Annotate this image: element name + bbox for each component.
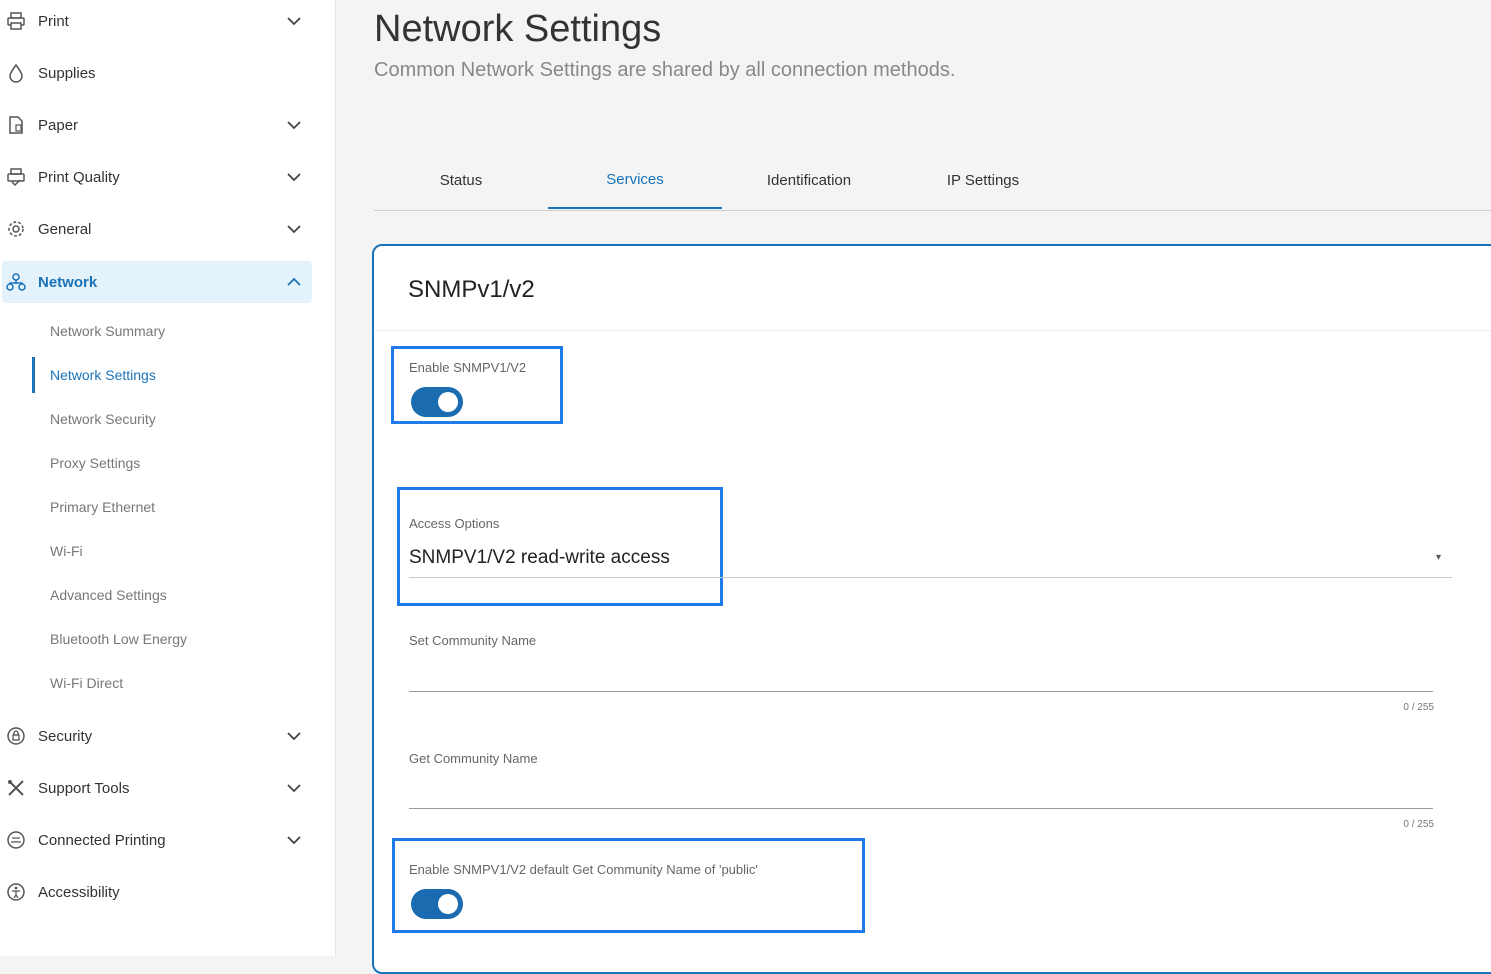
toggle-knob bbox=[438, 392, 458, 412]
page-subtitle: Common Network Settings are shared by al… bbox=[374, 59, 956, 81]
print-quality-icon bbox=[4, 165, 28, 189]
sidebar-item-label: Accessibility bbox=[38, 883, 120, 901]
sidebar-item-label: Support Tools bbox=[38, 779, 130, 797]
sidebar-subitem-wifi-direct[interactable]: Wi-Fi Direct bbox=[32, 665, 292, 701]
tab-ip-settings[interactable]: IP Settings bbox=[896, 152, 1070, 209]
sidebar-item-paper[interactable]: Paper bbox=[0, 104, 312, 146]
card-title: SNMPv1/v2 bbox=[408, 276, 535, 303]
sidebar-item-label: Security bbox=[38, 727, 93, 745]
sidebar-subitem-network-settings[interactable]: Network Settings bbox=[32, 357, 292, 393]
tab-status[interactable]: Status bbox=[374, 152, 548, 209]
sidebar-item-label: Network bbox=[38, 273, 98, 291]
input-underline bbox=[409, 691, 1433, 692]
sidebar-item-label: General bbox=[38, 220, 92, 238]
access-options-select[interactable]: SNMPV1/V2 read-write access bbox=[409, 547, 670, 569]
caret-down-icon[interactable]: ▾ bbox=[1436, 552, 1450, 566]
card-divider bbox=[374, 330, 1491, 331]
set-community-label: Set Community Name bbox=[409, 633, 537, 648]
tab-identification[interactable]: Identification bbox=[722, 152, 896, 209]
printer-icon bbox=[4, 9, 28, 33]
sidebar-item-network[interactable]: Network bbox=[2, 261, 312, 303]
sidebar-item-supplies[interactable]: Supplies bbox=[0, 52, 312, 94]
get-community-input[interactable] bbox=[409, 781, 1437, 809]
default-public-toggle[interactable] bbox=[411, 889, 463, 919]
default-public-label: Enable SNMPV1/V2 default Get Community N… bbox=[409, 862, 758, 877]
sidebar-subitem-advanced-settings[interactable]: Advanced Settings bbox=[32, 577, 292, 613]
chevron-down-icon[interactable] bbox=[284, 11, 304, 31]
get-community-counter: 0 / 255 bbox=[1403, 819, 1434, 830]
chevron-down-icon[interactable] bbox=[284, 830, 304, 850]
sidebar-item-print[interactable]: Print bbox=[0, 0, 312, 42]
gear-icon bbox=[4, 217, 28, 241]
sidebar-subitem-proxy-settings[interactable]: Proxy Settings bbox=[32, 445, 292, 481]
sidebar-item-connected-printing[interactable]: Connected Printing bbox=[0, 819, 312, 861]
sidebar-item-label: Supplies bbox=[38, 64, 96, 82]
access-options-label: Access Options bbox=[409, 516, 500, 531]
sidebar: Print Supplies Paper Print Quality Gener… bbox=[0, 0, 336, 956]
chevron-down-icon[interactable] bbox=[284, 219, 304, 239]
sidebar-subitem-network-summary[interactable]: Network Summary bbox=[32, 313, 292, 349]
sidebar-subitem-wifi[interactable]: Wi-Fi bbox=[32, 533, 292, 569]
chevron-down-icon[interactable] bbox=[284, 115, 304, 135]
shield-icon bbox=[4, 724, 28, 748]
sidebar-subitem-bluetooth-low-energy[interactable]: Bluetooth Low Energy bbox=[32, 621, 292, 657]
network-icon bbox=[4, 270, 28, 294]
sidebar-item-support-tools[interactable]: Support Tools bbox=[0, 767, 312, 809]
select-underline bbox=[409, 577, 1452, 578]
sidebar-item-label: Print Quality bbox=[38, 168, 120, 186]
sidebar-subitem-primary-ethernet[interactable]: Primary Ethernet bbox=[32, 489, 292, 525]
chevron-up-icon[interactable] bbox=[284, 272, 304, 292]
chevron-down-icon[interactable] bbox=[284, 726, 304, 746]
page-title: Network Settings bbox=[374, 8, 662, 50]
sidebar-item-accessibility[interactable]: Accessibility bbox=[0, 871, 312, 913]
get-community-label: Get Community Name bbox=[409, 751, 538, 766]
cloud-printing-icon bbox=[4, 828, 28, 852]
sidebar-item-general[interactable]: General bbox=[0, 208, 312, 250]
enable-snmp-label: Enable SNMPV1/V2 bbox=[409, 360, 527, 375]
tools-icon bbox=[4, 776, 28, 800]
toggle-knob bbox=[438, 894, 458, 914]
sidebar-item-label: Paper bbox=[38, 116, 79, 134]
highlight-box bbox=[392, 838, 865, 933]
sidebar-item-print-quality[interactable]: Print Quality bbox=[0, 156, 312, 198]
sidebar-item-security[interactable]: Security bbox=[0, 715, 312, 757]
sidebar-item-label: Connected Printing bbox=[38, 831, 166, 849]
set-community-input[interactable] bbox=[409, 664, 1437, 692]
accessibility-icon bbox=[4, 880, 28, 904]
tab-services[interactable]: Services bbox=[548, 152, 722, 209]
paper-icon bbox=[4, 113, 28, 137]
chevron-down-icon[interactable] bbox=[284, 778, 304, 798]
set-community-counter: 0 / 255 bbox=[1403, 702, 1434, 713]
sidebar-subitem-network-security[interactable]: Network Security bbox=[32, 401, 292, 437]
enable-snmp-toggle[interactable] bbox=[411, 387, 463, 417]
sidebar-item-label: Print bbox=[38, 12, 69, 30]
ink-drop-icon bbox=[4, 61, 28, 85]
input-underline bbox=[409, 808, 1433, 809]
chevron-down-icon[interactable] bbox=[284, 167, 304, 187]
tab-bar: Status Services Identification IP Settin… bbox=[374, 152, 1491, 211]
